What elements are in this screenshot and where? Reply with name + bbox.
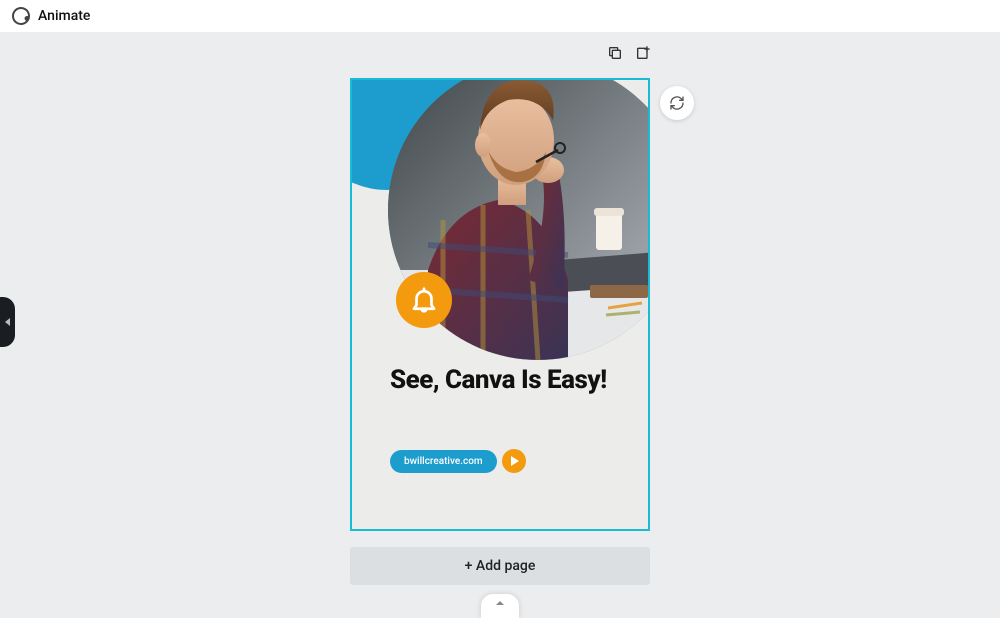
bell-badge[interactable] xyxy=(396,272,452,328)
page-tools xyxy=(345,32,655,78)
refresh-icon xyxy=(669,95,685,111)
headline-text[interactable]: See, Canva Is Easy! xyxy=(390,364,607,398)
design-page[interactable]: See, Canva Is Easy! bwillcreative.com xyxy=(350,78,650,531)
top-toolbar: Animate xyxy=(0,0,1000,32)
add-page-button[interactable]: + Add page xyxy=(350,547,650,585)
link-pill[interactable]: bwillcreative.com xyxy=(390,450,497,473)
animate-button-label[interactable]: Animate xyxy=(38,8,90,24)
element-refresh-button[interactable] xyxy=(660,86,694,120)
add-out-icon[interactable] xyxy=(635,45,651,65)
canvas-area: See, Canva Is Easy! bwillcreative.com + … xyxy=(0,32,1000,608)
animate-icon[interactable] xyxy=(11,6,32,27)
duplicate-page-icon[interactable] xyxy=(607,45,623,65)
bell-icon xyxy=(409,285,439,315)
page-navigator-toggle[interactable] xyxy=(481,594,519,618)
play-button[interactable] xyxy=(502,449,526,473)
